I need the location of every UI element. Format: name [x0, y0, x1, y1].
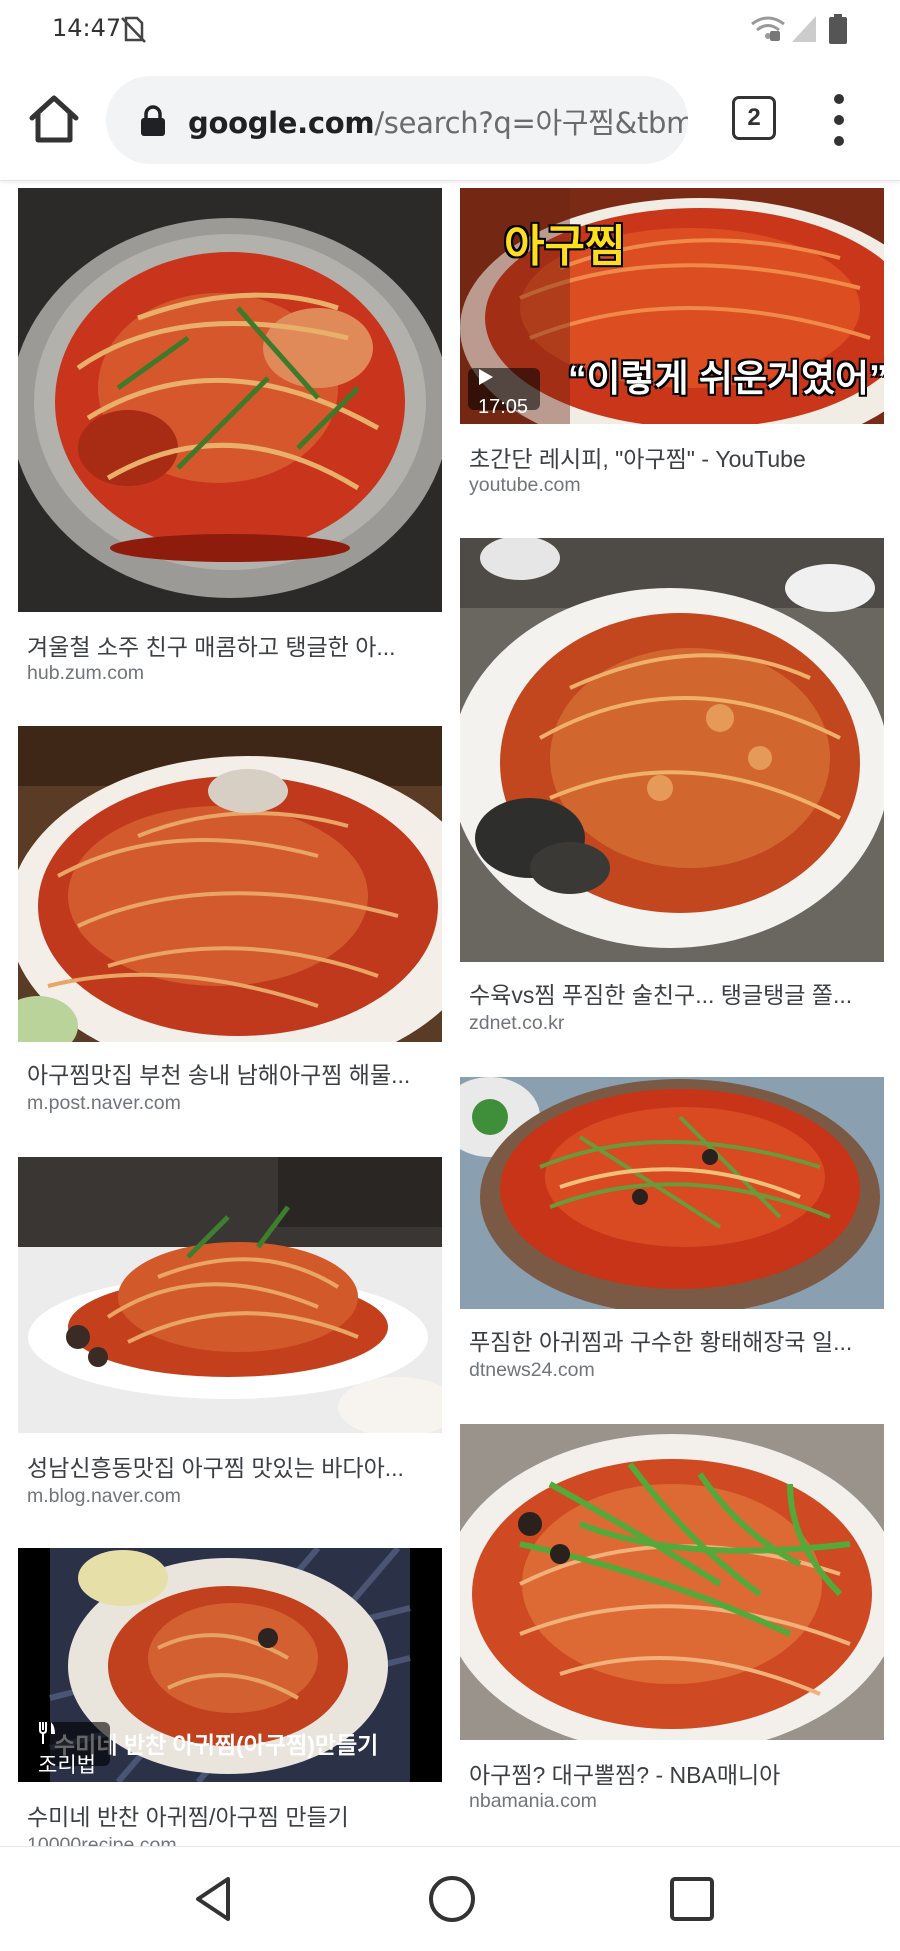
result-source: zdnet.co.kr: [469, 1012, 565, 1034]
food-image: [18, 1157, 442, 1433]
image-result[interactable]: 수미네 반찬 아귀찜(아구찜)만들기 조리법 수미네 반찬 아귀찜/아구찜 만들…: [18, 1548, 442, 1856]
battery-icon: [829, 14, 847, 44]
result-thumbnail[interactable]: [460, 1077, 884, 1309]
back-triangle-icon[interactable]: [186, 1871, 242, 1927]
result-thumbnail[interactable]: [18, 188, 442, 612]
result-source: hub.zum.com: [27, 662, 145, 684]
result-thumbnail[interactable]: [18, 1157, 442, 1433]
duration-badge: 17:05: [468, 368, 541, 418]
overlay-title: 아구찜: [504, 222, 626, 271]
result-title[interactable]: 수미네 반찬 아귀찜/아구찜 만들기: [27, 1798, 442, 1832]
result-title[interactable]: 푸짐한 아귀찜과 구수한 황태해장국 일...: [469, 1323, 884, 1357]
image-result[interactable]: 푸짐한 아귀찜과 구수한 황태해장국 일... dtnews24.com: [460, 1077, 884, 1385]
address-bar[interactable]: google.com/search?q=아구찜&tbm=isch&: [106, 76, 688, 164]
food-image: [460, 538, 884, 962]
result-source: dtnews24.com: [469, 1359, 595, 1381]
recipe-badge: 조리법: [28, 1722, 110, 1777]
url-domain: google.com: [188, 106, 375, 140]
result-thumbnail[interactable]: 아구찜 “이렇게 쉬운거였어” 17:05: [460, 188, 884, 424]
image-result[interactable]: 아구찜 “이렇게 쉬운거였어” 17:05 초간단 레시피, "아구찜" - Y…: [460, 188, 884, 502]
food-image: [18, 726, 442, 1042]
play-icon: [479, 369, 493, 385]
food-image: [18, 188, 442, 612]
image-result[interactable]: 겨울철 소주 친구 매콤하고 탱글한 아... hub.zum.com: [18, 188, 442, 688]
status-bar: 14:47: [0, 0, 900, 60]
result-source: m.post.naver.com: [27, 1092, 181, 1114]
image-result[interactable]: 수육vs찜 푸짐한 술친구... 탱글탱글 쫄... zdnet.co.kr: [460, 538, 884, 1038]
more-vert-icon[interactable]: [822, 88, 858, 152]
result-title[interactable]: 겨울철 소주 친구 매콤하고 탱글한 아...: [27, 628, 442, 662]
url-text: google.com/search?q=아구찜&tbm=isch&: [188, 100, 688, 142]
result-thumbnail[interactable]: 수미네 반찬 아귀찜(아구찜)만들기 조리법: [18, 1548, 442, 1782]
home-circle-icon[interactable]: [424, 1871, 480, 1927]
browser-toolbar: google.com/search?q=아구찜&tbm=isch& 2: [0, 60, 900, 181]
home-icon[interactable]: [22, 88, 86, 152]
result-title[interactable]: 아구찜맛집 부천 송내 남해아구찜 해물...: [27, 1056, 442, 1090]
result-title[interactable]: 아구찜? 대구뽈찜? - NBA매니아: [469, 1756, 884, 1790]
result-source: nbamania.com: [469, 1790, 597, 1812]
food-image: [460, 1424, 884, 1740]
result-source: youtube.com: [469, 474, 581, 496]
status-time: 14:47: [52, 14, 122, 42]
system-navigation-bar: [0, 1846, 900, 1951]
image-result[interactable]: 아구찜? 대구뽈찜? - NBA매니아 nbamania.com: [460, 1424, 884, 1812]
recents-square-icon[interactable]: [664, 1871, 720, 1927]
result-title[interactable]: 성남신흥동맛집 아구찜 맛있는 바다아...: [27, 1449, 442, 1483]
result-thumbnail[interactable]: [18, 726, 442, 1042]
url-path: /search?q=아구찜&tbm=isch&: [374, 106, 688, 140]
image-result[interactable]: 아구찜맛집 부천 송내 남해아구찜 해물... m.post.naver.com: [18, 726, 442, 1120]
fork-knife-icon: [39, 1722, 55, 1744]
result-title[interactable]: 수육vs찜 푸짐한 술친구... 탱글탱글 쫄...: [469, 976, 884, 1010]
tab-switcher-button[interactable]: 2: [732, 96, 776, 140]
result-source: m.blog.naver.com: [27, 1485, 181, 1507]
signal-icon: [792, 16, 816, 42]
video-duration: 17:05: [478, 396, 529, 418]
lock-icon: [141, 105, 165, 136]
image-result[interactable]: 성남신흥동맛집 아구찜 맛있는 바다아... m.blog.naver.com: [18, 1157, 442, 1513]
result-thumbnail[interactable]: [460, 538, 884, 962]
overlay-caption: “이렇게 쉬운거였어”: [568, 358, 884, 399]
wifi-icon: [751, 16, 785, 41]
recipe-badge-label: 조리법: [38, 1754, 96, 1777]
no-sim-icon: [121, 16, 146, 43]
result-title[interactable]: 초간단 레시피, "아구찜" - YouTube: [469, 440, 884, 474]
result-thumbnail[interactable]: [460, 1424, 884, 1740]
food-image: [460, 1077, 884, 1309]
